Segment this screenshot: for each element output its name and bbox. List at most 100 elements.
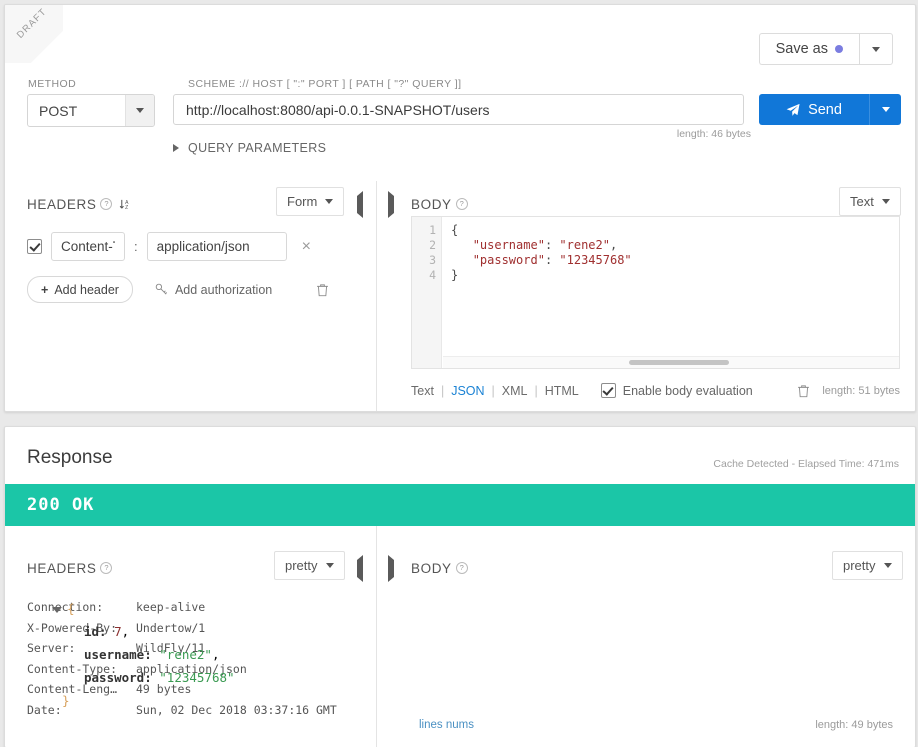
response-body-mode-value: pretty xyxy=(843,558,876,573)
help-icon[interactable]: ? xyxy=(455,198,468,210)
request-body-mode-value: Text xyxy=(850,194,874,209)
field-comma: , xyxy=(211,647,220,662)
response-body-length: length: 49 bytes xyxy=(815,719,893,731)
format-separator: | xyxy=(534,383,538,398)
request-headers-header: HEADERS ? A Z xyxy=(27,189,132,219)
field-key: username: xyxy=(84,647,160,662)
header-value-input[interactable] xyxy=(146,232,287,261)
api-client-window: DRAFT Save as METHOD SCHEME :// HOST [ "… xyxy=(0,0,918,747)
response-body-mode-select[interactable]: pretty xyxy=(832,551,903,580)
chevron-down-icon xyxy=(872,46,880,52)
request-body-editor[interactable]: 1234 { "username": "rene2", "password": … xyxy=(411,216,900,369)
help-icon[interactable]: ? xyxy=(455,562,468,574)
response-meta: Cache Detected - Elapsed Time: 471ms xyxy=(713,458,899,470)
header-separator: : xyxy=(134,239,138,254)
chevron-down-icon xyxy=(883,563,892,568)
request-body-mode-select[interactable]: Text xyxy=(839,187,901,216)
editor-line-numbers: 1234 xyxy=(412,217,442,368)
request-panel-divider xyxy=(376,181,377,411)
code-line: "password": "12345768" xyxy=(472,253,632,267)
request-headers-mode-select[interactable]: Form xyxy=(276,187,345,216)
response-panel: Response Cache Detected - Elapsed Time: … xyxy=(4,426,916,747)
tree-root-close: } xyxy=(52,689,235,712)
response-body-header: BODY ? xyxy=(411,553,468,583)
add-header-label: Add header xyxy=(54,282,119,297)
chevron-down-icon xyxy=(881,199,890,204)
body-format-links: Text | JSON | XML | HTML xyxy=(411,384,579,398)
help-icon[interactable]: ? xyxy=(100,198,113,210)
expand-request-body-button[interactable] xyxy=(388,191,394,218)
code-line: "username": "rene2", xyxy=(472,238,618,252)
enable-body-evaluation-toggle[interactable]: Enable body evaluation xyxy=(600,383,753,398)
query-parameters-toggle[interactable]: QUERY PARAMETERS xyxy=(173,141,326,155)
line-number: 4 xyxy=(429,268,436,282)
request-body-length: length: 51 bytes xyxy=(822,384,900,397)
request-body-footer: Text | JSON | XML | HTML Enable body evaluatio… xyxy=(411,383,900,398)
lines-nums-toggle[interactable]: lines nums xyxy=(419,719,474,731)
chevron-down-icon xyxy=(325,563,334,568)
sort-az-icon[interactable]: A Z xyxy=(119,198,132,211)
save-as-label: Save as xyxy=(775,41,828,57)
scrollbar-thumb[interactable] xyxy=(629,360,729,365)
request-header-row: : × xyxy=(27,232,311,261)
field-value: 7 xyxy=(114,624,122,639)
response-body-field: password: "12345768" xyxy=(52,666,235,689)
header-name-input[interactable] xyxy=(51,232,125,261)
response-panel-divider xyxy=(376,526,377,747)
query-parameters-label: QUERY PARAMETERS xyxy=(188,141,327,155)
help-icon[interactable]: ? xyxy=(100,562,113,574)
chevron-down-icon xyxy=(136,108,144,113)
field-key: id: xyxy=(84,624,115,639)
url-input[interactable] xyxy=(173,94,744,125)
editor-horizontal-scrollbar[interactable] xyxy=(443,356,899,368)
expand-response-body-button[interactable] xyxy=(388,555,394,582)
unsaved-dot-icon xyxy=(835,45,843,53)
save-as-dropdown-button[interactable] xyxy=(859,33,893,65)
method-dropdown-button[interactable] xyxy=(125,95,154,126)
send-group: Send xyxy=(759,94,901,125)
response-title: Response xyxy=(27,447,113,468)
send-button[interactable]: Send xyxy=(759,94,869,125)
response-body-field: username: "rene2", xyxy=(52,643,235,666)
editor-code[interactable]: { "username": "rene2", "password": "1234… xyxy=(443,217,899,368)
add-header-button[interactable]: + Add header xyxy=(27,276,133,303)
response-status-bar: 200 OK xyxy=(5,484,915,526)
clear-headers-button[interactable] xyxy=(316,283,329,297)
clear-body-button[interactable] xyxy=(797,384,810,398)
send-dropdown-button[interactable] xyxy=(869,94,901,125)
header-enabled-checkbox[interactable] xyxy=(27,239,42,254)
response-headers-title: HEADERS xyxy=(27,560,97,576)
response-headers-header: HEADERS ? xyxy=(27,553,113,583)
save-as-button[interactable]: Save as xyxy=(758,33,859,65)
field-value: "12345768" xyxy=(159,670,235,685)
code-line: } xyxy=(451,268,459,282)
body-format-json[interactable]: JSON xyxy=(451,384,484,398)
response-status-text: 200 OK xyxy=(27,495,95,515)
response-headers-mode-select[interactable]: pretty xyxy=(274,551,345,580)
trash-icon xyxy=(317,283,329,296)
request-headers-title: HEADERS xyxy=(27,196,97,212)
response-body-fields: id: 7, username: "rene2", password: "12345… xyxy=(52,620,235,689)
collapse-response-headers-button[interactable] xyxy=(357,555,363,582)
collapse-request-headers-button[interactable] xyxy=(357,191,363,218)
response-body-title: BODY xyxy=(411,560,452,576)
draft-ribbon: DRAFT xyxy=(5,5,63,63)
remove-header-button[interactable]: × xyxy=(302,238,311,255)
body-format-text[interactable]: Text xyxy=(411,384,434,398)
chevron-down-icon xyxy=(325,199,334,204)
method-select[interactable]: POST xyxy=(27,94,155,127)
key-icon xyxy=(155,283,167,295)
response-headers-mode-value: pretty xyxy=(285,558,318,573)
enable-body-evaluation-checkbox[interactable] xyxy=(600,383,616,398)
response-body-field: id: 7, xyxy=(52,620,235,643)
collapse-node-icon[interactable] xyxy=(52,606,62,613)
body-format-xml[interactable]: XML xyxy=(502,384,528,398)
add-authorization-button[interactable]: Add authorization xyxy=(155,283,272,297)
url-format-label: SCHEME :// HOST [ ":" PORT ] [ PATH [ "?… xyxy=(188,78,462,90)
body-format-html[interactable]: HTML xyxy=(545,384,579,398)
line-number: 2 xyxy=(429,238,436,252)
send-label: Send xyxy=(808,101,842,118)
chevron-down-icon xyxy=(881,107,890,112)
close-brace: } xyxy=(62,693,70,708)
tree-root-open: { xyxy=(52,597,235,620)
